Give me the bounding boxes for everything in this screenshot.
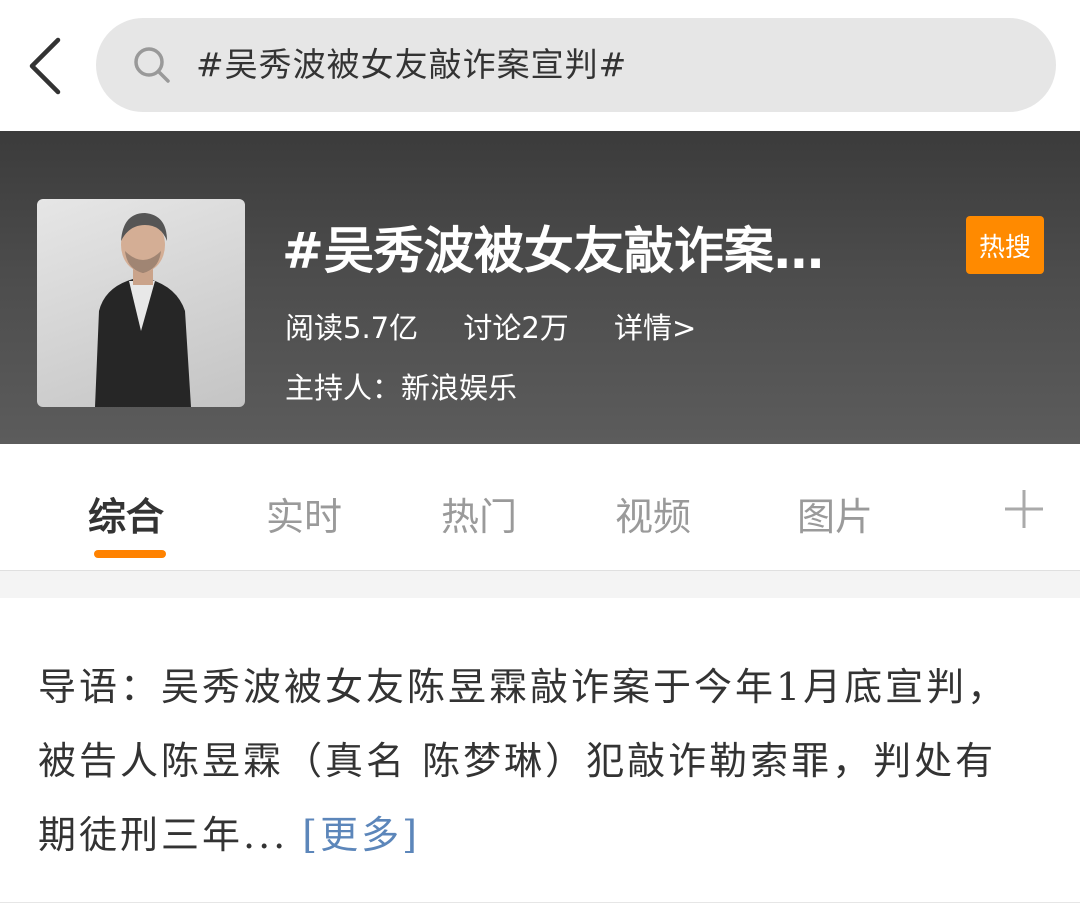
details-link[interactable]: 详情>	[614, 311, 696, 345]
active-tab-indicator	[94, 550, 166, 558]
discussion-count: 讨论2万	[463, 311, 569, 345]
hot-search-badge: 热搜	[966, 216, 1044, 274]
tab-video[interactable]: 视频	[615, 492, 691, 542]
search-icon	[134, 47, 170, 83]
tab-realtime[interactable]: 实时	[266, 492, 342, 542]
intro-text: 导语：吴秀波被女友陈昱霖敲诈案于今年1月底宣判，被告人陈昱霖（真名 陈梦琳）犯敲…	[38, 665, 1009, 857]
topic-host: 主持人：新浪娱乐	[285, 371, 518, 405]
tab-comprehensive[interactable]: 综合	[88, 492, 164, 542]
back-arrow-icon[interactable]	[22, 34, 76, 98]
intro-paragraph: 导语：吴秀波被女友陈昱霖敲诈案于今年1月底宣判，被告人陈昱霖（真名 陈梦琳）犯敲…	[38, 650, 1018, 872]
search-box[interactable]: #吴秀波被女友敲诈案宣判#	[96, 18, 1056, 112]
more-link[interactable]: [更多]	[302, 813, 420, 857]
topic-stats: 阅读5.7亿 讨论2万 详情>	[285, 303, 732, 353]
tab-hot[interactable]: 热门	[441, 492, 517, 542]
topic-title: #吴秀波被女友敲诈案…	[282, 222, 824, 280]
person-photo	[95, 213, 191, 407]
plus-icon[interactable]	[1004, 489, 1044, 529]
tab-bar: 综合 实时 热门 视频 图片	[0, 444, 1080, 571]
top-bar: #吴秀波被女友敲诈案宣判#	[0, 0, 1080, 131]
intro-section: 导语：吴秀波被女友陈昱霖敲诈案于今年1月底宣判，被告人陈昱霖（真名 陈梦琳）犯敲…	[0, 598, 1080, 906]
read-count: 阅读5.7亿	[285, 311, 419, 345]
tab-images[interactable]: 图片	[797, 492, 873, 542]
topic-avatar[interactable]	[37, 199, 245, 407]
search-query[interactable]: #吴秀波被女友敲诈案宣判#	[196, 18, 627, 112]
divider	[0, 902, 1080, 903]
topic-header: #吴秀波被女友敲诈案… 热搜 阅读5.7亿 讨论2万 详情> 主持人：新浪娱乐	[0, 131, 1080, 444]
